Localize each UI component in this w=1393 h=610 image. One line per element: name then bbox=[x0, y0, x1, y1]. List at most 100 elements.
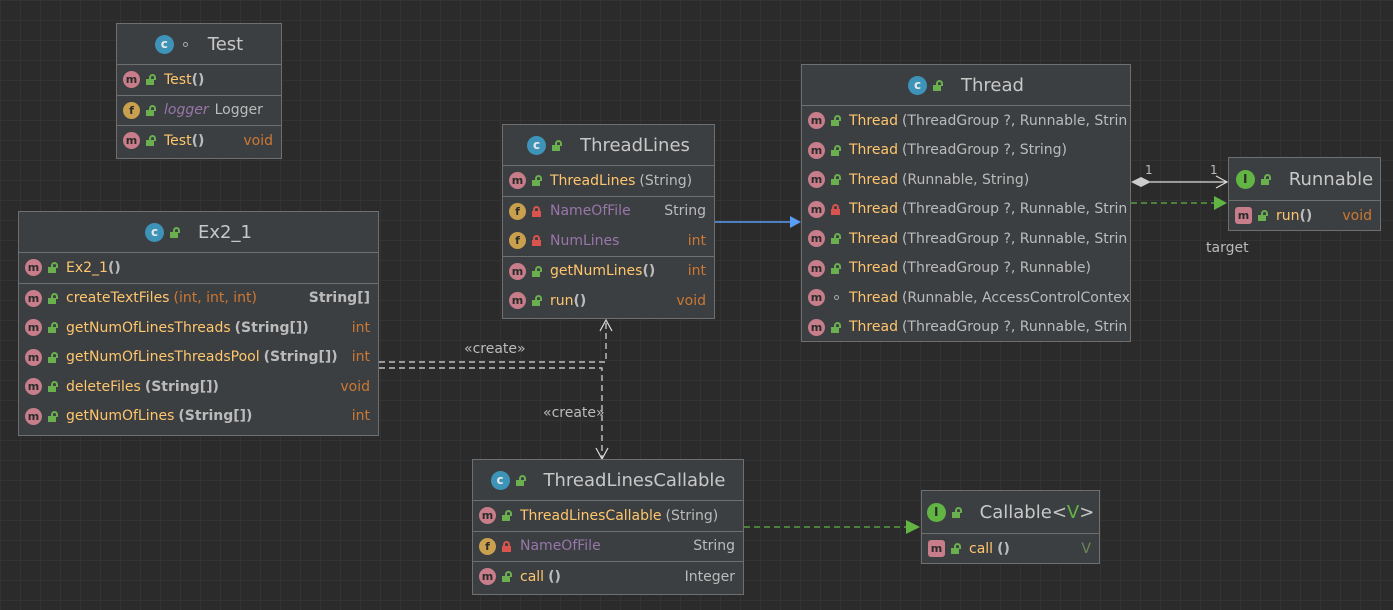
method-row[interactable]: m deleteFiles (String[]) void bbox=[19, 372, 378, 402]
method-params: () bbox=[191, 71, 205, 88]
method-row[interactable]: m call() Integer bbox=[473, 561, 743, 592]
method-row[interactable]: m call() V bbox=[922, 534, 1099, 563]
return-type: void bbox=[243, 132, 273, 149]
method-params: (String[]) bbox=[234, 319, 309, 336]
field-row[interactable]: f logger Logger bbox=[117, 94, 281, 126]
interface-icon: I bbox=[1235, 169, 1255, 189]
method-params: (ThreadGroup ?, Runnable, Strin bbox=[901, 319, 1128, 336]
constructor-row[interactable]: m Thread (Runnable, String) bbox=[802, 165, 1130, 195]
public-icon bbox=[532, 295, 543, 307]
package-visibility-icon bbox=[831, 292, 842, 303]
method-row[interactable]: m run() void bbox=[503, 286, 714, 316]
method-icon: m bbox=[509, 172, 526, 190]
static-method-icon: m bbox=[25, 378, 42, 396]
constructor-row[interactable]: m Thread (ThreadGroup ?, Runnable, Strin bbox=[802, 195, 1130, 225]
multiplicity-left: 1 bbox=[1145, 163, 1153, 177]
method-name: getNumLines bbox=[550, 263, 643, 280]
public-icon bbox=[170, 226, 181, 238]
static-method-icon: m bbox=[25, 289, 42, 307]
field-name: logger bbox=[164, 102, 209, 119]
method-params: () bbox=[191, 132, 205, 149]
method-icon: m bbox=[808, 171, 825, 189]
interface-header: I Runnable bbox=[1229, 158, 1380, 201]
class-node-threadlinescallable[interactable]: c ThreadLinesCallable m ThreadLinesCalla… bbox=[472, 459, 744, 595]
method-icon: m bbox=[808, 289, 825, 307]
public-icon bbox=[48, 262, 59, 274]
return-type: V bbox=[1081, 540, 1091, 557]
static-method-icon: m bbox=[25, 407, 42, 425]
method-icon: m bbox=[509, 262, 526, 280]
public-icon bbox=[146, 104, 157, 116]
method-name: Thread bbox=[849, 201, 898, 218]
method-name: run bbox=[1276, 207, 1300, 224]
method-name: Thread bbox=[849, 319, 898, 336]
constructor-row[interactable]: m Thread (ThreadGroup ?, String) bbox=[802, 136, 1130, 166]
constructor-row[interactable]: m ThreadLinesCallable (String) bbox=[473, 501, 743, 531]
create-label-2: «create» bbox=[543, 405, 605, 421]
class-name: ThreadLines bbox=[580, 134, 690, 156]
method-params: () bbox=[573, 292, 587, 309]
field-row[interactable]: f NumLines int bbox=[503, 226, 714, 256]
return-type: int bbox=[351, 319, 370, 336]
constructor-row[interactable]: m Ex2_1() bbox=[19, 253, 378, 283]
interface-name: Runnable bbox=[1288, 168, 1374, 190]
public-icon bbox=[515, 474, 527, 486]
public-icon bbox=[1260, 173, 1272, 185]
return-type: int bbox=[687, 263, 706, 280]
abstract-method-icon: m bbox=[928, 540, 945, 558]
method-row[interactable]: m getNumOfLinesThreadsPool (String[]) int bbox=[19, 343, 378, 373]
method-row[interactable]: m getNumLines() int bbox=[503, 255, 714, 287]
class-header: c ThreadLinesCallable bbox=[473, 460, 743, 501]
method-params: (String) bbox=[639, 172, 693, 189]
field-row[interactable]: f NameOfFile String bbox=[503, 195, 714, 227]
static-method-icon: m bbox=[25, 319, 42, 337]
return-type: Integer bbox=[684, 568, 735, 585]
public-icon bbox=[951, 543, 962, 555]
method-row[interactable]: m Test() bbox=[117, 65, 281, 95]
method-params: () bbox=[1299, 207, 1313, 224]
method-name: Thread bbox=[849, 289, 898, 306]
class-node-threadlines[interactable]: c ThreadLines m ThreadLines (String) f Na… bbox=[502, 124, 715, 319]
field-icon: f bbox=[509, 232, 526, 250]
method-row[interactable]: m getNumOfLinesThreads (String[]) int bbox=[19, 313, 378, 343]
class-node-ex2-1[interactable]: c Ex2_1 m Ex2_1() m createTextFiles (int,… bbox=[18, 211, 379, 436]
interface-node-runnable[interactable]: I Runnable m run() void bbox=[1228, 157, 1381, 231]
public-icon bbox=[502, 510, 513, 522]
package-visibility-icon bbox=[180, 39, 191, 50]
method-icon: m bbox=[509, 292, 526, 310]
constructor-row[interactable]: m Thread (ThreadGroup ?, Runnable, Strin bbox=[802, 224, 1130, 254]
class-header: c Ex2_1 bbox=[19, 212, 378, 253]
method-name: getNumOfLinesThreads bbox=[66, 319, 231, 336]
method-params: (ThreadGroup ?, String) bbox=[901, 142, 1068, 159]
public-icon bbox=[552, 139, 563, 151]
method-icon: m bbox=[123, 71, 140, 89]
class-name: Thread bbox=[961, 74, 1024, 96]
field-type: String bbox=[693, 538, 735, 555]
method-row[interactable]: m run() void bbox=[1229, 201, 1380, 230]
method-row[interactable]: m createTextFiles (int, int, int) String[… bbox=[19, 282, 378, 314]
public-icon bbox=[532, 175, 543, 187]
method-row[interactable]: m getNumOfLines (String[]) int bbox=[19, 402, 378, 432]
constructor-row[interactable]: m Thread (ThreadGroup ?, Runnable) bbox=[802, 254, 1130, 284]
method-row[interactable]: m Test() void bbox=[117, 125, 281, 156]
class-node-thread[interactable]: c Thread m Thread (ThreadGroup ?, Runnabl… bbox=[801, 64, 1131, 342]
method-params: (String[]) bbox=[144, 378, 219, 395]
constructor-row[interactable]: m Thread (Runnable, AccessControlContex bbox=[802, 283, 1130, 313]
class-name: ThreadLinesCallable bbox=[543, 469, 726, 491]
constructor-row[interactable]: m Thread (ThreadGroup ?, Runnable, Strin bbox=[802, 313, 1130, 342]
method-icon: m bbox=[808, 230, 825, 248]
interface-node-callable[interactable]: I Callable<V> m call() V bbox=[921, 490, 1100, 564]
method-name: getNumOfLinesThreadsPool bbox=[66, 349, 260, 366]
field-type: Logger bbox=[214, 102, 263, 119]
constructor-row[interactable]: m ThreadLines (String) bbox=[503, 166, 714, 196]
public-icon bbox=[951, 506, 963, 518]
create-arrow-threadlines bbox=[599, 318, 613, 332]
class-icon: c bbox=[527, 135, 547, 155]
class-node-test[interactable]: c Test m Test() f logger Logger m Test() … bbox=[116, 23, 282, 159]
public-icon bbox=[48, 351, 59, 363]
field-row[interactable]: f NameOfFile String bbox=[473, 530, 743, 562]
method-params: (Runnable, AccessControlContex bbox=[901, 289, 1130, 306]
field-name: NumLines bbox=[550, 232, 620, 249]
constructor-row[interactable]: m Thread (ThreadGroup ?, Runnable, Strin bbox=[802, 106, 1130, 136]
aggregation-diamond bbox=[1131, 177, 1151, 187]
